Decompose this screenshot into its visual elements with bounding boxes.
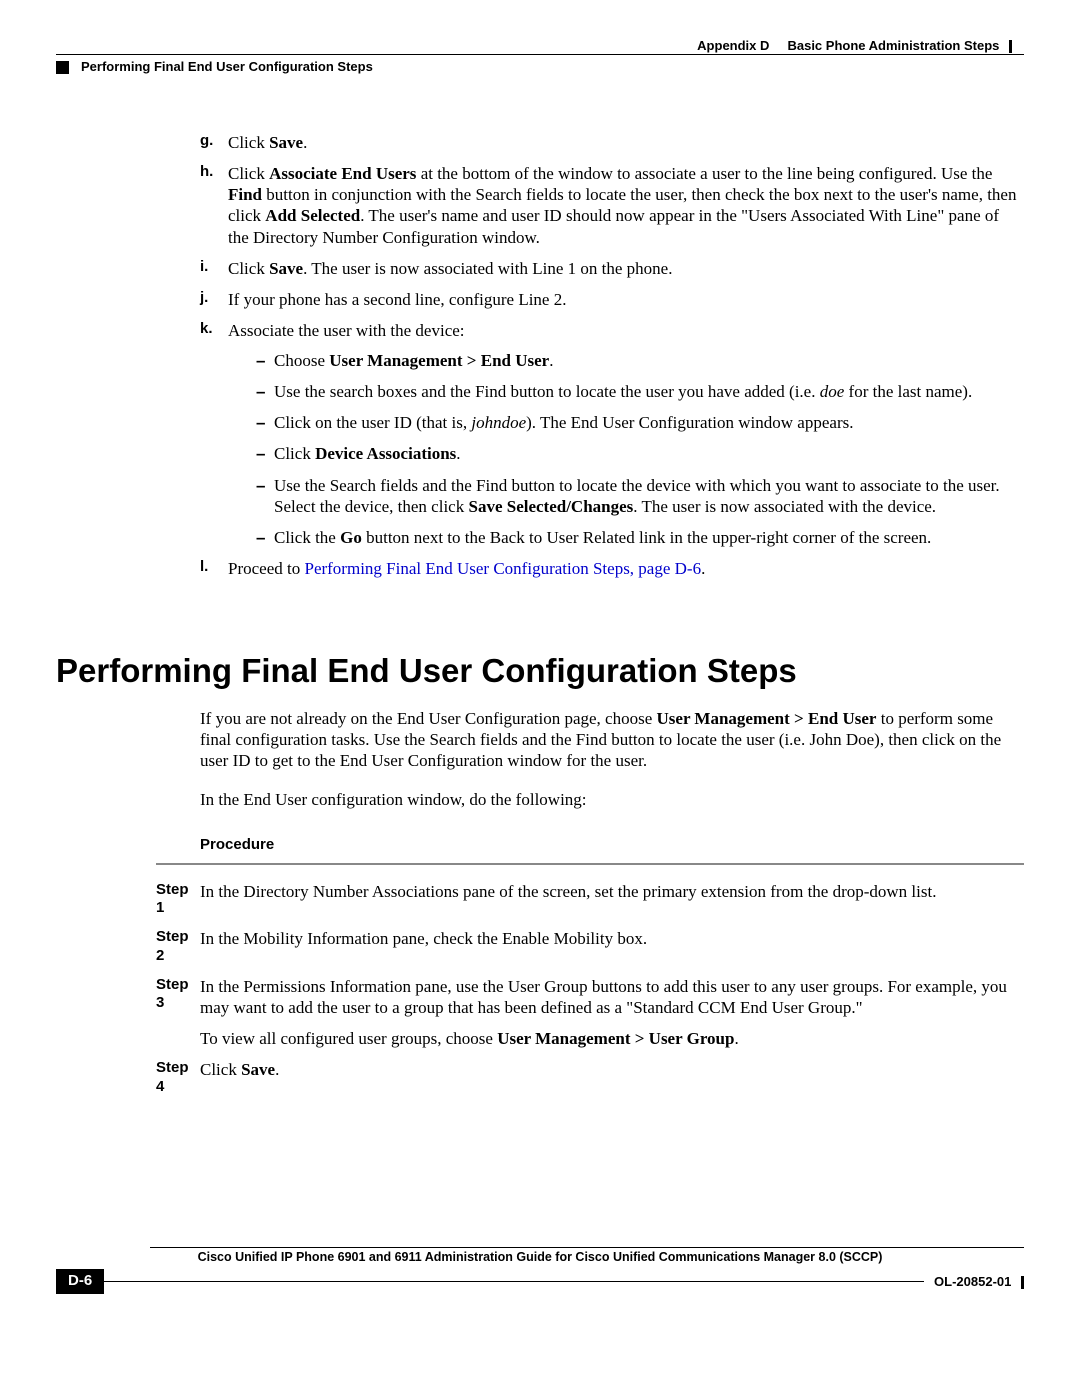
- step-text: In the Permissions Information pane, use…: [200, 976, 1024, 1050]
- step-item: Step 1 In the Directory Number Associati…: [56, 881, 1024, 919]
- list-marker: i.: [200, 258, 208, 277]
- list-item: Click on the user ID (that is, johndoe).…: [256, 412, 1024, 433]
- list-item: k. Associate the user with the device: C…: [200, 320, 1024, 548]
- step-text: In the Mobility Information pane, check …: [200, 928, 1024, 966]
- text: Click Save. The user is now associated w…: [228, 259, 672, 278]
- step-item: Step 4 Click Save.: [56, 1059, 1024, 1097]
- footer-bar-icon: [1021, 1276, 1024, 1289]
- sub-list: Choose User Management > End User. Use t…: [228, 350, 1024, 549]
- list-marker: h.: [200, 163, 213, 182]
- list-item: Use the Search fields and the Find butto…: [256, 475, 1024, 518]
- section-heading: Performing Final End User Configuration …: [56, 650, 1024, 691]
- step-label: Step 2: [56, 928, 200, 966]
- header-section-title: Performing Final End User Configuration …: [81, 59, 373, 75]
- text: Proceed to Performing Final End User Con…: [228, 559, 705, 578]
- list-marker: j.: [200, 289, 208, 308]
- page-number: D-6: [56, 1269, 104, 1294]
- intro-paragraph: If you are not already on the End User C…: [200, 708, 1024, 772]
- header-bar-icon: [1009, 40, 1012, 53]
- appendix-title: Basic Phone Administration Steps: [787, 38, 999, 53]
- list-marker: k.: [200, 320, 213, 339]
- running-footer: Cisco Unified IP Phone 6901 and 6911 Adm…: [56, 1247, 1024, 1294]
- step-label: Step 3: [56, 976, 200, 1050]
- procedure-label: Procedure: [200, 836, 1024, 855]
- list-item: l. Proceed to Performing Final End User …: [200, 558, 1024, 579]
- list-item: Click Device Associations.: [256, 443, 1024, 464]
- list-item: h. Click Associate End Users at the bott…: [200, 163, 1024, 248]
- procedure-rule: [156, 863, 1024, 865]
- procedure-alpha-list: g. Click Save. h. Click Associate End Us…: [200, 132, 1024, 580]
- list-item: g. Click Save.: [200, 132, 1024, 153]
- appendix-label: Appendix D: [697, 38, 769, 53]
- list-item: i. Click Save. The user is now associate…: [200, 258, 1024, 279]
- step-label: Step 4: [56, 1059, 200, 1097]
- steps-list: Step 1 In the Directory Number Associati…: [56, 881, 1024, 1097]
- text: If your phone has a second line, configu…: [228, 290, 566, 309]
- list-marker: l.: [200, 558, 208, 577]
- intro-paragraph: In the End User configuration window, do…: [200, 789, 1024, 810]
- list-item: Click the Go button next to the Back to …: [256, 527, 1024, 548]
- step-item: Step 2 In the Mobility Information pane,…: [56, 928, 1024, 966]
- step-item: Step 3 In the Permissions Information pa…: [56, 976, 1024, 1050]
- text: Associate the user with the device:: [228, 321, 465, 340]
- list-item: j. If your phone has a second line, conf…: [200, 289, 1024, 310]
- step-text: Click Save.: [200, 1059, 1024, 1097]
- header-right: Appendix D Basic Phone Administration St…: [56, 38, 1024, 54]
- step-label: Step 1: [56, 881, 200, 919]
- book-title: Cisco Unified IP Phone 6901 and 6911 Adm…: [56, 1250, 1024, 1266]
- header-rule: [56, 54, 1024, 55]
- text: Click Save.: [228, 133, 307, 152]
- list-item: Use the search boxes and the Find button…: [256, 381, 1024, 402]
- footer-rule: [150, 1247, 1024, 1248]
- running-header: Appendix D Basic Phone Administration St…: [56, 38, 1024, 76]
- cross-reference-link[interactable]: Performing Final End User Configuration …: [304, 559, 701, 578]
- list-marker: g.: [200, 132, 213, 151]
- doc-id: OL-20852-01: [934, 1274, 1024, 1290]
- list-item: Choose User Management > End User.: [256, 350, 1024, 371]
- header-square-icon: [56, 61, 69, 74]
- step-text: In the Directory Number Associations pan…: [200, 881, 1024, 919]
- footer-line: [104, 1281, 924, 1282]
- text: Click Associate End Users at the bottom …: [228, 164, 1016, 247]
